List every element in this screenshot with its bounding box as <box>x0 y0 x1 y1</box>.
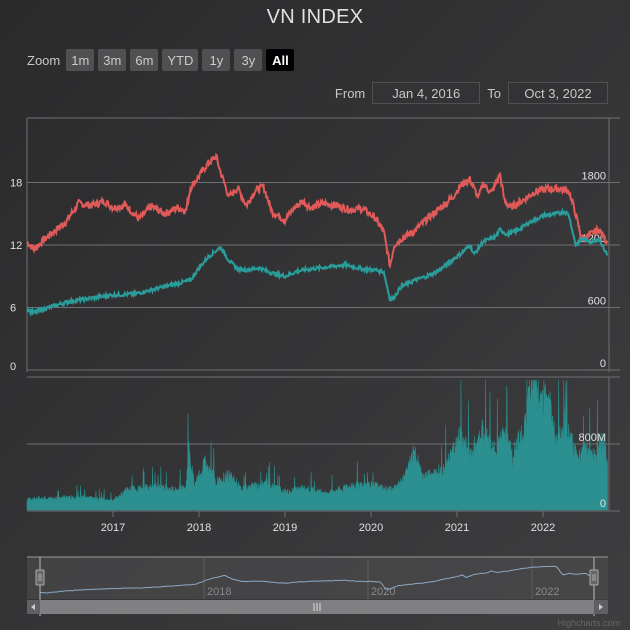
right-axis-labels: 0 600 1200 1800 <box>582 171 606 371</box>
navigator-tick-label: 2022 <box>535 586 559 598</box>
right-tick-0: 0 <box>600 358 606 370</box>
highcharts-credits[interactable]: Highcharts.com <box>557 618 620 628</box>
volume-tick-0: 0 <box>600 498 606 510</box>
chart-svg: 0 6 12 18 0 600 1200 1800 800M 0 2017 201… <box>10 117 620 616</box>
right-tick-600: 600 <box>588 296 606 308</box>
x-tick-label: 2022 <box>531 522 555 534</box>
navigator-background <box>27 557 608 599</box>
right-tick-1800: 1800 <box>582 171 606 183</box>
vnindex-series-line[interactable] <box>26 207 609 317</box>
volume-tick-800m: 800M <box>578 432 606 444</box>
left-tick-0: 0 <box>10 361 16 373</box>
navigator-left-handle[interactable] <box>35 569 45 586</box>
x-axis-ticks: 2017 2018 2019 2020 2021 2022 <box>101 511 555 534</box>
pe-series-line[interactable] <box>26 152 609 270</box>
x-tick-label: 2018 <box>187 522 211 534</box>
x-tick-label: 2017 <box>101 522 125 534</box>
left-tick-18: 18 <box>10 178 22 190</box>
left-tick-12: 12 <box>10 240 22 252</box>
x-tick-label: 2019 <box>273 522 297 534</box>
navigator-right-handle[interactable] <box>589 569 599 586</box>
x-tick-label: 2020 <box>359 522 383 534</box>
volume-series-area[interactable] <box>26 379 608 511</box>
navigator-tick-label: 2018 <box>207 586 231 598</box>
left-tick-6: 6 <box>10 303 16 315</box>
x-tick-label: 2021 <box>445 522 469 534</box>
left-axis-labels: 0 6 12 18 <box>10 178 22 374</box>
